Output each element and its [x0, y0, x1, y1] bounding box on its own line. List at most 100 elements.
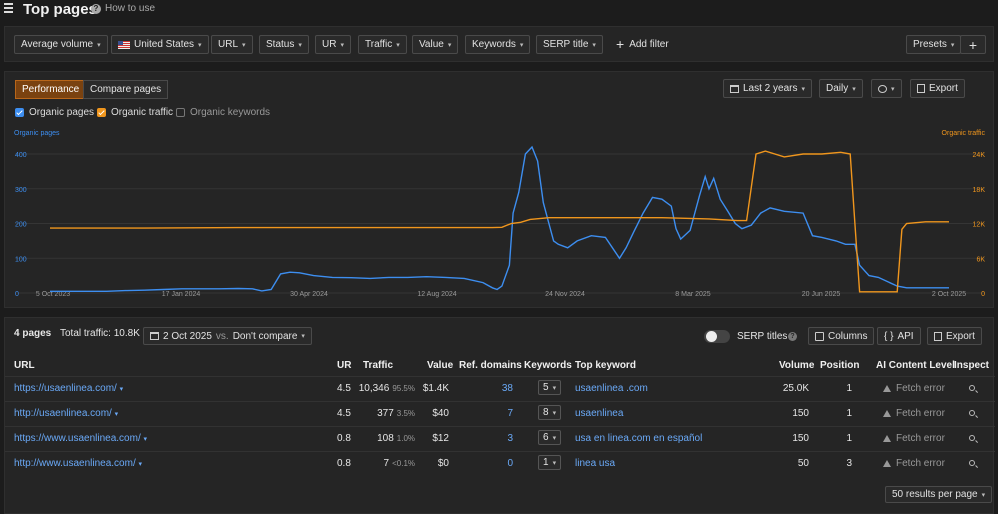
traffic-chart: 400 24K 300 18K 200 12K 100 6K 0 0 5 Oct 2023 17 Ja… — [15, 145, 986, 298]
x-tick-label: 12 Aug 2024 — [417, 291, 456, 298]
ref-domains-link[interactable]: 0 — [485, 458, 513, 469]
calendar-icon — [150, 332, 159, 340]
right-tick-label: 24K — [973, 152, 986, 159]
serp-titles-toggle[interactable] — [704, 330, 730, 343]
magnifier-icon — [969, 435, 975, 441]
table-row: http://www.usaenlinea.com/ ▾ 0.8 7 <0.1% $0 0… — [5, 451, 995, 476]
warning-icon — [883, 460, 891, 467]
url-link[interactable]: https://www.usaenlinea.com/ ▾ — [14, 433, 147, 444]
table-row: https://usaenlinea.com/ ▾ 4.5 10,346 95.5% $… — [5, 376, 995, 401]
ref-domains-link[interactable]: 7 — [485, 408, 513, 419]
ur-value: 4.5 — [337, 383, 351, 394]
filter-value[interactable]: Value ▾ — [412, 35, 459, 54]
filter-keywords[interactable]: Keywords ▾ — [465, 35, 531, 54]
col-volume[interactable]: Volume — [779, 360, 814, 371]
x-tick-label: 17 Jan 2024 — [162, 291, 201, 298]
top-bar: Top pages ? How to use — [0, 0, 998, 22]
chevron-down-icon: ▾ — [97, 41, 101, 49]
url-link[interactable]: http://usaenlinea.com/ ▾ — [14, 408, 118, 419]
col-top-keyword[interactable]: Top keyword — [575, 360, 636, 371]
chevron-down-icon: ▾ — [242, 41, 246, 49]
top-keyword-link[interactable]: usaenlinea .com — [575, 383, 648, 394]
chevron-down-icon[interactable]: ▾ — [115, 411, 119, 418]
ai-content-level: Fetch error — [883, 383, 945, 394]
filter-country[interactable]: United States ▾ — [111, 35, 209, 54]
results-per-page-select[interactable]: 50 results per page ▾ — [885, 486, 993, 503]
filter-url[interactable]: URL ▾ — [211, 35, 253, 54]
ref-domains-link[interactable]: 38 — [485, 383, 513, 394]
url-link[interactable]: http://www.usaenlinea.com/ ▾ — [14, 458, 142, 469]
chevron-down-icon: ▾ — [519, 41, 524, 49]
col-ur[interactable]: UR — [337, 360, 351, 371]
right-tick-label: 0 — [981, 291, 985, 298]
inspect-button[interactable] — [969, 410, 975, 416]
filter-average-volume[interactable]: Average volume ▾ — [14, 35, 108, 54]
add-preset-button[interactable]: + — [960, 35, 986, 54]
top-keyword-link[interactable]: usaenlinea — [575, 408, 623, 419]
chevron-down-icon: ▾ — [301, 333, 305, 340]
api-button[interactable]: { } API — [877, 327, 921, 345]
volume-value: 150 — [792, 408, 809, 419]
col-url[interactable]: URL — [14, 360, 35, 371]
value-amount: $0 — [437, 458, 449, 469]
col-traffic[interactable]: Traffic — [363, 360, 393, 371]
col-ref-domains[interactable]: Ref. domains — [459, 360, 522, 371]
position-value: 1 — [846, 433, 852, 444]
col-position[interactable]: Position — [820, 360, 859, 371]
filter-serp-title[interactable]: SERP title ▾ — [536, 35, 603, 54]
url-link[interactable]: https://usaenlinea.com/ ▾ — [14, 383, 123, 394]
x-tick-label: 30 Apr 2024 — [290, 291, 328, 298]
warning-icon — [883, 385, 891, 392]
x-tick-label: 2 Oct 2025 — [932, 291, 966, 298]
chevron-down-icon: ▾ — [981, 491, 986, 499]
chevron-down-icon[interactable]: ▾ — [120, 386, 124, 393]
position-value: 1 — [846, 408, 852, 419]
table-row: https://www.usaenlinea.com/ ▾ 0.8 108 1.0% $… — [5, 426, 995, 451]
columns-icon — [815, 331, 824, 341]
top-keyword-link[interactable]: usa en linea.com en español — [575, 433, 702, 444]
how-to-use-label: How to use — [105, 3, 156, 14]
filter-status[interactable]: Status ▾ — [259, 35, 309, 54]
info-icon[interactable]: ? — [788, 332, 797, 341]
date-compare-select[interactable]: 2 Oct 2025 vs. Don't compare ▾ — [143, 327, 312, 345]
inspect-button[interactable] — [969, 385, 975, 391]
braces-icon: { } — [884, 330, 894, 342]
ref-domains-link[interactable]: 3 — [485, 433, 513, 444]
magnifier-icon — [969, 460, 975, 466]
inspect-button[interactable] — [969, 435, 975, 441]
warning-icon — [883, 435, 891, 442]
magnifier-icon — [969, 410, 975, 416]
x-tick-label: 20 Jun 2025 — [802, 291, 841, 298]
chevron-down-icon: ▾ — [396, 41, 400, 49]
filter-ur[interactable]: UR ▾ — [315, 35, 351, 54]
add-filter-button[interactable]: + Add filter — [616, 36, 669, 52]
table-export-button[interactable]: Export — [927, 327, 982, 345]
chevron-down-icon: ▾ — [552, 409, 557, 417]
keywords-select[interactable]: 5 ▾ — [538, 380, 562, 395]
left-tick-label: 400 — [15, 152, 27, 159]
top-keyword-link[interactable]: linea usa — [575, 458, 615, 469]
magnifier-icon — [969, 385, 975, 391]
traffic-value: 108 1.0% — [377, 433, 415, 444]
left-tick-label: 300 — [15, 187, 27, 194]
series-line-organic-traffic — [50, 150, 949, 293]
ai-content-level: Fetch error — [883, 458, 945, 469]
filter-traffic[interactable]: Traffic ▾ — [358, 35, 407, 54]
how-to-use-link[interactable]: ? How to use — [91, 3, 155, 14]
inspect-button[interactable] — [969, 460, 975, 466]
menu-icon[interactable] — [4, 3, 14, 15]
keywords-select[interactable]: 8 ▾ — [538, 405, 562, 420]
help-icon: ? — [91, 3, 101, 14]
presets-button[interactable]: Presets ▾ — [906, 35, 962, 54]
table-row: http://usaenlinea.com/ ▾ 4.5 377 3.5% $40 7 8 ▾… — [5, 401, 995, 426]
keywords-select[interactable]: 6 ▾ — [538, 430, 562, 445]
columns-button[interactable]: Columns — [808, 327, 875, 345]
chevron-down-icon[interactable]: ▾ — [144, 436, 148, 443]
col-keywords[interactable]: Keywords — [524, 360, 572, 371]
chevron-down-icon[interactable]: ▾ — [139, 461, 143, 468]
pages-table-panel: 4 pages Total traffic: 10.8K 2 Oct 2025 … — [4, 317, 995, 514]
left-tick-label: 0 — [15, 291, 19, 298]
keywords-select[interactable]: 1 ▾ — [538, 455, 562, 470]
col-value[interactable]: Value — [427, 360, 453, 371]
col-ai-content-level[interactable]: AI Content Level — [876, 360, 955, 371]
